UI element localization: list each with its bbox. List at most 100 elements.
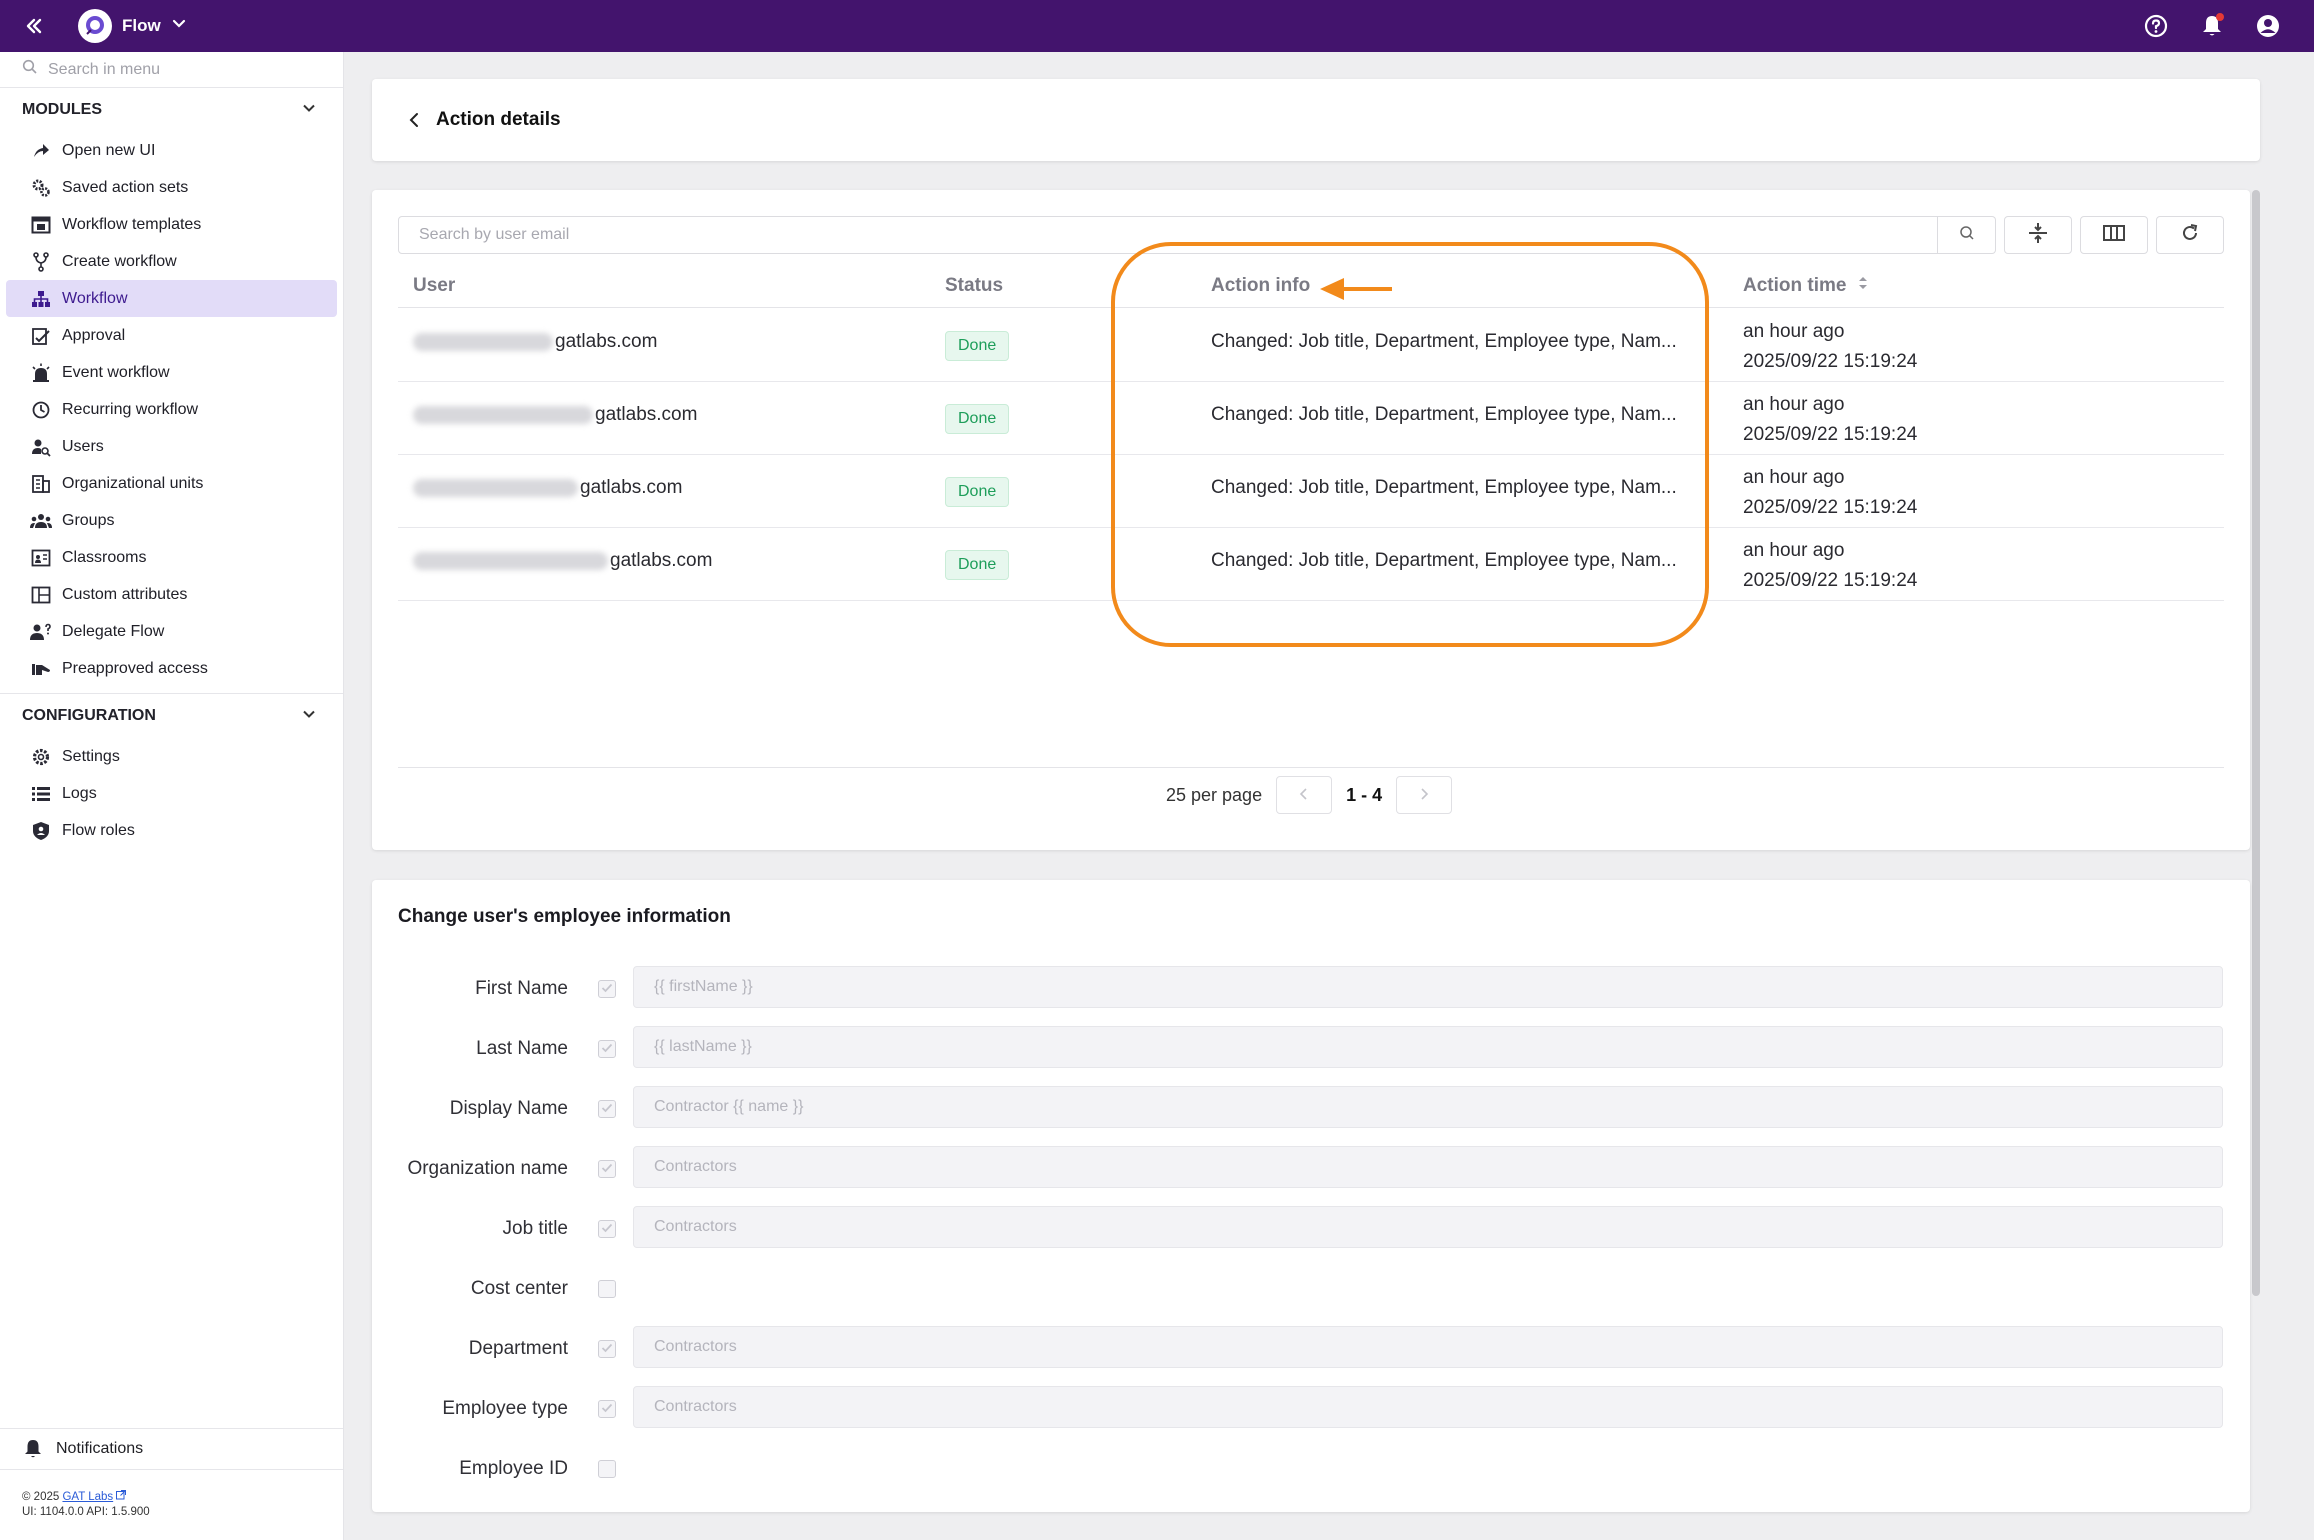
sidebar-item-flow-roles[interactable]: Flow roles xyxy=(6,812,337,849)
page-title: Action details xyxy=(436,109,561,130)
sidebar-item-groups[interactable]: Groups xyxy=(6,502,337,539)
check-icon xyxy=(601,1160,613,1178)
sidebar-item-classrooms[interactable]: Classrooms xyxy=(6,539,337,576)
shield-icon xyxy=(30,820,52,842)
app-switcher[interactable]: Flow xyxy=(78,6,187,46)
sidebar-item-workflow-templates[interactable]: Workflow templates xyxy=(6,206,337,243)
help-icon[interactable] xyxy=(2140,10,2172,42)
collapse-sidebar-icon[interactable] xyxy=(20,12,48,40)
field-checkbox[interactable] xyxy=(598,980,616,998)
sidebar-item-recurring-workflow[interactable]: Recurring workflow xyxy=(6,391,337,428)
columns-button[interactable] xyxy=(2080,216,2148,254)
refresh-icon xyxy=(2180,223,2200,248)
previous-page-button[interactable] xyxy=(1276,776,1333,814)
company-link[interactable]: GAT Labs xyxy=(62,1491,113,1503)
column-header-action-time[interactable]: Action time xyxy=(1743,275,1868,297)
chevron-left-icon xyxy=(1299,785,1309,806)
sidebar-item-notifications[interactable]: Notifications xyxy=(0,1428,343,1470)
column-header-user[interactable]: User xyxy=(413,275,455,297)
table-row[interactable]: gatlabs.com Done Changed: Job title, Dep… xyxy=(398,309,2224,382)
refresh-button[interactable] xyxy=(2156,216,2224,254)
sidebar-item-label: Notifications xyxy=(56,1440,144,1457)
sidebar-item-create-workflow[interactable]: Create workflow xyxy=(6,243,337,280)
back-chevron-icon[interactable] xyxy=(400,106,428,134)
sidebar-item-label: Create workflow xyxy=(62,252,177,270)
check-icon xyxy=(601,1100,613,1118)
user-search-icon xyxy=(30,436,52,458)
sidebar-item-organizational-units[interactable]: Organizational units xyxy=(6,465,337,502)
search-button[interactable] xyxy=(1938,216,1996,254)
field-checkbox[interactable] xyxy=(598,1400,616,1418)
next-page-button[interactable] xyxy=(1396,776,1453,814)
column-header-status[interactable]: Status xyxy=(945,275,1003,297)
fork-icon xyxy=(30,251,52,273)
sidebar-item-workflow[interactable]: Workflow xyxy=(6,280,337,317)
sidebar-item-delegate-flow[interactable]: Delegate Flow xyxy=(6,613,337,650)
sidebar-item-label: Delegate Flow xyxy=(62,622,165,640)
field-checkbox[interactable] xyxy=(598,1160,616,1178)
density-icon xyxy=(2028,222,2048,249)
check-icon xyxy=(601,1040,613,1058)
modules-section-toggle[interactable]: MODULES xyxy=(0,88,343,132)
field-checkbox[interactable] xyxy=(598,1280,616,1298)
field-checkbox[interactable] xyxy=(598,1460,616,1478)
field-label: Last Name xyxy=(476,1038,568,1059)
sidebar-item-label: Open new UI xyxy=(62,141,156,159)
configuration-section-toggle[interactable]: CONFIGURATION xyxy=(0,694,343,738)
organization-name-field[interactable] xyxy=(633,1146,2223,1188)
check-icon xyxy=(601,1400,613,1418)
field-checkbox[interactable] xyxy=(598,1040,616,1058)
sidebar-item-label: Users xyxy=(62,437,104,455)
sidebar-item-saved-action-sets[interactable]: Saved action sets xyxy=(6,169,337,206)
notification-dot xyxy=(2216,13,2224,21)
field-checkbox[interactable] xyxy=(598,1100,616,1118)
form-row-first-name: First Name xyxy=(372,966,2250,1010)
rows-per-page[interactable]: 25 per page xyxy=(1166,785,1262,806)
sidebar-item-settings[interactable]: Settings xyxy=(6,738,337,775)
department-field[interactable] xyxy=(633,1326,2223,1368)
delegate-icon xyxy=(30,621,52,643)
account-icon[interactable] xyxy=(2252,10,2284,42)
sidebar-item-open-new-ui[interactable]: Open new UI xyxy=(6,132,337,169)
table-row[interactable]: gatlabs.com Done Changed: Job title, Dep… xyxy=(398,528,2224,601)
first-name-field[interactable] xyxy=(633,966,2223,1008)
job-title-field[interactable] xyxy=(633,1206,2223,1248)
sidebar-item-label: Settings xyxy=(62,747,120,765)
app-name: Flow xyxy=(122,16,161,35)
sidebar-item-users[interactable]: Users xyxy=(6,428,337,465)
notifications-bell-icon[interactable] xyxy=(2196,10,2228,42)
sidebar-item-logs[interactable]: Logs xyxy=(6,775,337,812)
form-row-employee-id: Employee ID xyxy=(372,1446,2250,1490)
form-row-organization-name: Organization name xyxy=(372,1146,2250,1190)
sidebar-item-custom-attributes[interactable]: Custom attributes xyxy=(6,576,337,613)
sidebar-item-preapproved-access[interactable]: Preapproved access xyxy=(6,650,337,687)
history-icon xyxy=(30,399,52,421)
column-header-action-info[interactable]: Action info xyxy=(1211,275,1310,297)
table-row[interactable]: gatlabs.com Done Changed: Job title, Dep… xyxy=(398,382,2224,455)
last-name-field[interactable] xyxy=(633,1026,2223,1068)
employee-type-field[interactable] xyxy=(633,1386,2223,1428)
sidebar-item-approval[interactable]: Approval xyxy=(6,317,337,354)
field-checkbox[interactable] xyxy=(598,1340,616,1358)
action-time: an hour ago 2025/09/22 15:19:24 xyxy=(1743,463,1917,523)
sidebar-item-label: Groups xyxy=(62,511,115,529)
columns-icon xyxy=(2103,224,2125,246)
display-name-field[interactable] xyxy=(633,1086,2223,1128)
table-row[interactable]: gatlabs.com Done Changed: Job title, Dep… xyxy=(398,455,2224,528)
density-button[interactable] xyxy=(2004,216,2072,254)
field-checkbox[interactable] xyxy=(598,1220,616,1238)
main-scrollbar[interactable] xyxy=(2252,190,2260,1296)
sidebar-item-event-workflow[interactable]: Event workflow xyxy=(6,354,337,391)
top-bar: Flow xyxy=(0,0,2314,52)
action-time: an hour ago 2025/09/22 15:19:24 xyxy=(1743,536,1917,596)
timestamp: 2025/09/22 15:19:24 xyxy=(1743,497,1918,518)
sidebar-item-label: Classrooms xyxy=(62,548,147,566)
action-config-panel: Change user's employee information First… xyxy=(372,880,2250,1512)
page-header: Action details xyxy=(372,79,2260,161)
sort-icon xyxy=(1858,275,1868,296)
user-email-search-input[interactable] xyxy=(398,216,1938,254)
sidebar-item-label: Preapproved access xyxy=(62,659,208,677)
action-info-text: Changed: Job title, Department, Employee… xyxy=(1211,550,1677,571)
sidebar-item-label: Workflow xyxy=(62,289,128,307)
menu-search-input[interactable] xyxy=(48,60,328,79)
